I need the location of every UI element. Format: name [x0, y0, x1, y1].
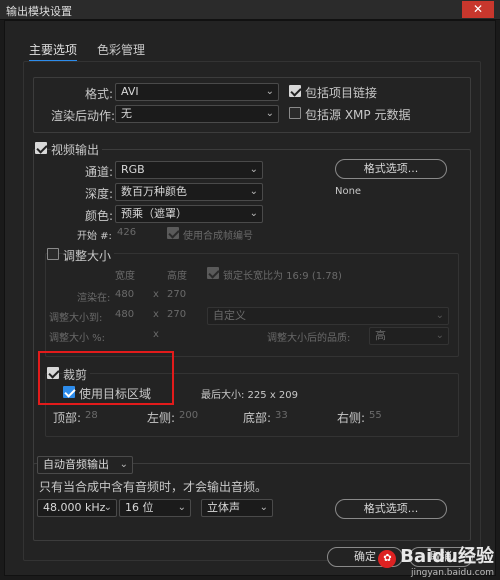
crop-top-value[interactable]: 28 — [85, 410, 98, 421]
chevron-down-icon: ⌄ — [177, 502, 186, 513]
channels-value: RGB — [121, 163, 145, 176]
color-value: 预乘（遮罩） — [121, 207, 187, 220]
watermark-brand: ✿ Baidu经验 — [378, 542, 494, 568]
width-header: 宽度 — [115, 271, 135, 282]
use-comp-frame-checkbox[interactable] — [167, 227, 179, 239]
chevron-down-icon: ⌄ — [103, 502, 112, 513]
audio-bits-value: 16 位 — [125, 501, 154, 514]
color-select[interactable]: 预乘（遮罩） ⌄ — [115, 205, 263, 223]
audio-note: 只有当合成中含有音频时，才会输出音频。 — [39, 480, 268, 494]
crop-checkbox[interactable] — [47, 367, 59, 379]
render-at-height: 270 — [167, 289, 187, 300]
chevron-down-icon: ⌄ — [249, 186, 258, 197]
resize-label: 调整大小 — [63, 247, 115, 264]
chevron-down-icon: ⌄ — [435, 330, 444, 341]
resize-pct-label: 调整大小 %: — [49, 333, 106, 344]
channels-select[interactable]: RGB ⌄ — [115, 161, 263, 179]
include-project-link-checkbox[interactable] — [289, 85, 301, 97]
audio-channels-value: 立体声 — [207, 501, 240, 514]
video-output-checkbox[interactable] — [35, 142, 47, 154]
codec-text: None — [335, 186, 362, 197]
audio-channels-select[interactable]: 立体声 ⌄ — [201, 499, 273, 517]
tab-main-options[interactable]: 主要选项 — [29, 41, 78, 62]
resize-pct-x: x — [153, 329, 159, 340]
resize-quality-label: 调整大小后的品质: — [267, 333, 351, 344]
chevron-down-icon: ⌄ — [265, 108, 274, 119]
resize-to-width[interactable]: 480 — [115, 309, 134, 320]
crop-panel — [45, 373, 459, 437]
crop-right-label: 右侧: — [337, 411, 366, 425]
post-render-select[interactable]: 无 ⌄ — [115, 105, 279, 123]
crop-left-label: 左侧: — [147, 411, 176, 425]
depth-select[interactable]: 数百万种颜色 ⌄ — [115, 183, 263, 201]
use-roi-label: 使用目标区域 — [79, 387, 152, 401]
audio-rate-value: 48.000 kHz — [43, 501, 106, 514]
crop-bottom-label: 底部: — [243, 411, 272, 425]
include-project-link-label: 包括项目链接 — [305, 86, 378, 100]
crop-left-value[interactable]: 200 — [179, 410, 198, 421]
resize-preset-select[interactable]: 自定义 ⌄ — [207, 307, 449, 325]
lock-aspect-label: 锁定长宽比为 16:9 (1.78) — [223, 271, 342, 282]
height-header: 高度 — [167, 271, 187, 282]
crop-right-value[interactable]: 55 — [369, 410, 382, 421]
resize-quality-value: 高 — [375, 329, 386, 342]
format-value: AVI — [121, 85, 139, 98]
resize-to-label: 调整大小到: — [49, 313, 103, 324]
start-frame-label: 开始 #: — [77, 231, 112, 242]
crop-top-label: 顶部: — [53, 411, 82, 425]
video-output-label: 视频输出 — [51, 141, 103, 158]
use-roi-checkbox[interactable] — [63, 386, 75, 398]
audio-bits-select[interactable]: 16 位 ⌄ — [119, 499, 191, 517]
resize-preset-value: 自定义 — [213, 309, 246, 322]
chevron-down-icon: ⌄ — [249, 164, 258, 175]
close-button[interactable]: ✕ — [462, 1, 494, 18]
chevron-down-icon: ⌄ — [249, 208, 258, 219]
start-frame-value[interactable]: 426 — [117, 227, 136, 238]
watermark: ✿ Baidu经验 jingyan.baidu.com — [378, 542, 494, 578]
depth-value: 数百万种颜色 — [121, 185, 187, 198]
audio-format-options-button[interactable]: 格式选项... — [335, 499, 447, 519]
depth-label: 深度: — [85, 187, 114, 201]
format-select[interactable]: AVI ⌄ — [115, 83, 279, 101]
chevron-down-icon: ⌄ — [259, 502, 268, 513]
channels-label: 通道: — [85, 165, 114, 179]
video-format-options-button[interactable]: 格式选项... — [335, 159, 447, 179]
audio-mode-value: 自动音频输出 — [43, 458, 109, 471]
chevron-down-icon: ⌄ — [265, 86, 274, 97]
crop-label: 裁剪 — [63, 366, 91, 383]
render-at-label: 渲染在: — [77, 293, 111, 304]
include-xmp-label: 包括源 XMP 元数据 — [305, 108, 411, 122]
audio-mode-select[interactable]: 自动音频输出 ⌄ — [37, 456, 133, 474]
window-title: 输出模块设置 — [6, 5, 72, 18]
render-at-x: x — [153, 289, 159, 300]
post-render-label: 渲染后动作: — [51, 109, 116, 123]
use-comp-frame-label: 使用合成帧编号 — [183, 231, 253, 242]
crop-bottom-value[interactable]: 33 — [275, 410, 288, 421]
render-at-width: 480 — [115, 289, 135, 300]
resize-quality-select[interactable]: 高 ⌄ — [369, 327, 449, 345]
resize-to-height[interactable]: 270 — [167, 309, 186, 320]
final-size-text: 最后大小: 225 x 209 — [201, 390, 298, 401]
include-xmp-checkbox[interactable] — [289, 107, 301, 119]
lock-aspect-checkbox[interactable] — [207, 267, 219, 279]
chevron-down-icon: ⌄ — [119, 459, 128, 470]
tab-color-management[interactable]: 色彩管理 — [97, 41, 145, 58]
watermark-brand-text: Baidu经验 — [400, 546, 494, 567]
audio-rate-select[interactable]: 48.000 kHz ⌄ — [37, 499, 117, 517]
watermark-url: jingyan.baidu.com — [410, 568, 494, 578]
color-label: 颜色: — [85, 209, 114, 223]
resize-checkbox[interactable] — [47, 248, 59, 260]
title-bar: 输出模块设置 ✕ — [0, 0, 500, 20]
resize-to-x: x — [153, 309, 159, 320]
dialog-body: 主要选项 色彩管理 格式: AVI ⌄ 包括项目链接 渲染后动作: 无 ⌄ 包括… — [4, 20, 496, 576]
post-render-value: 无 — [121, 107, 132, 120]
paw-icon: ✿ — [378, 549, 397, 568]
chevron-down-icon: ⌄ — [435, 310, 444, 321]
format-label: 格式: — [85, 87, 114, 101]
